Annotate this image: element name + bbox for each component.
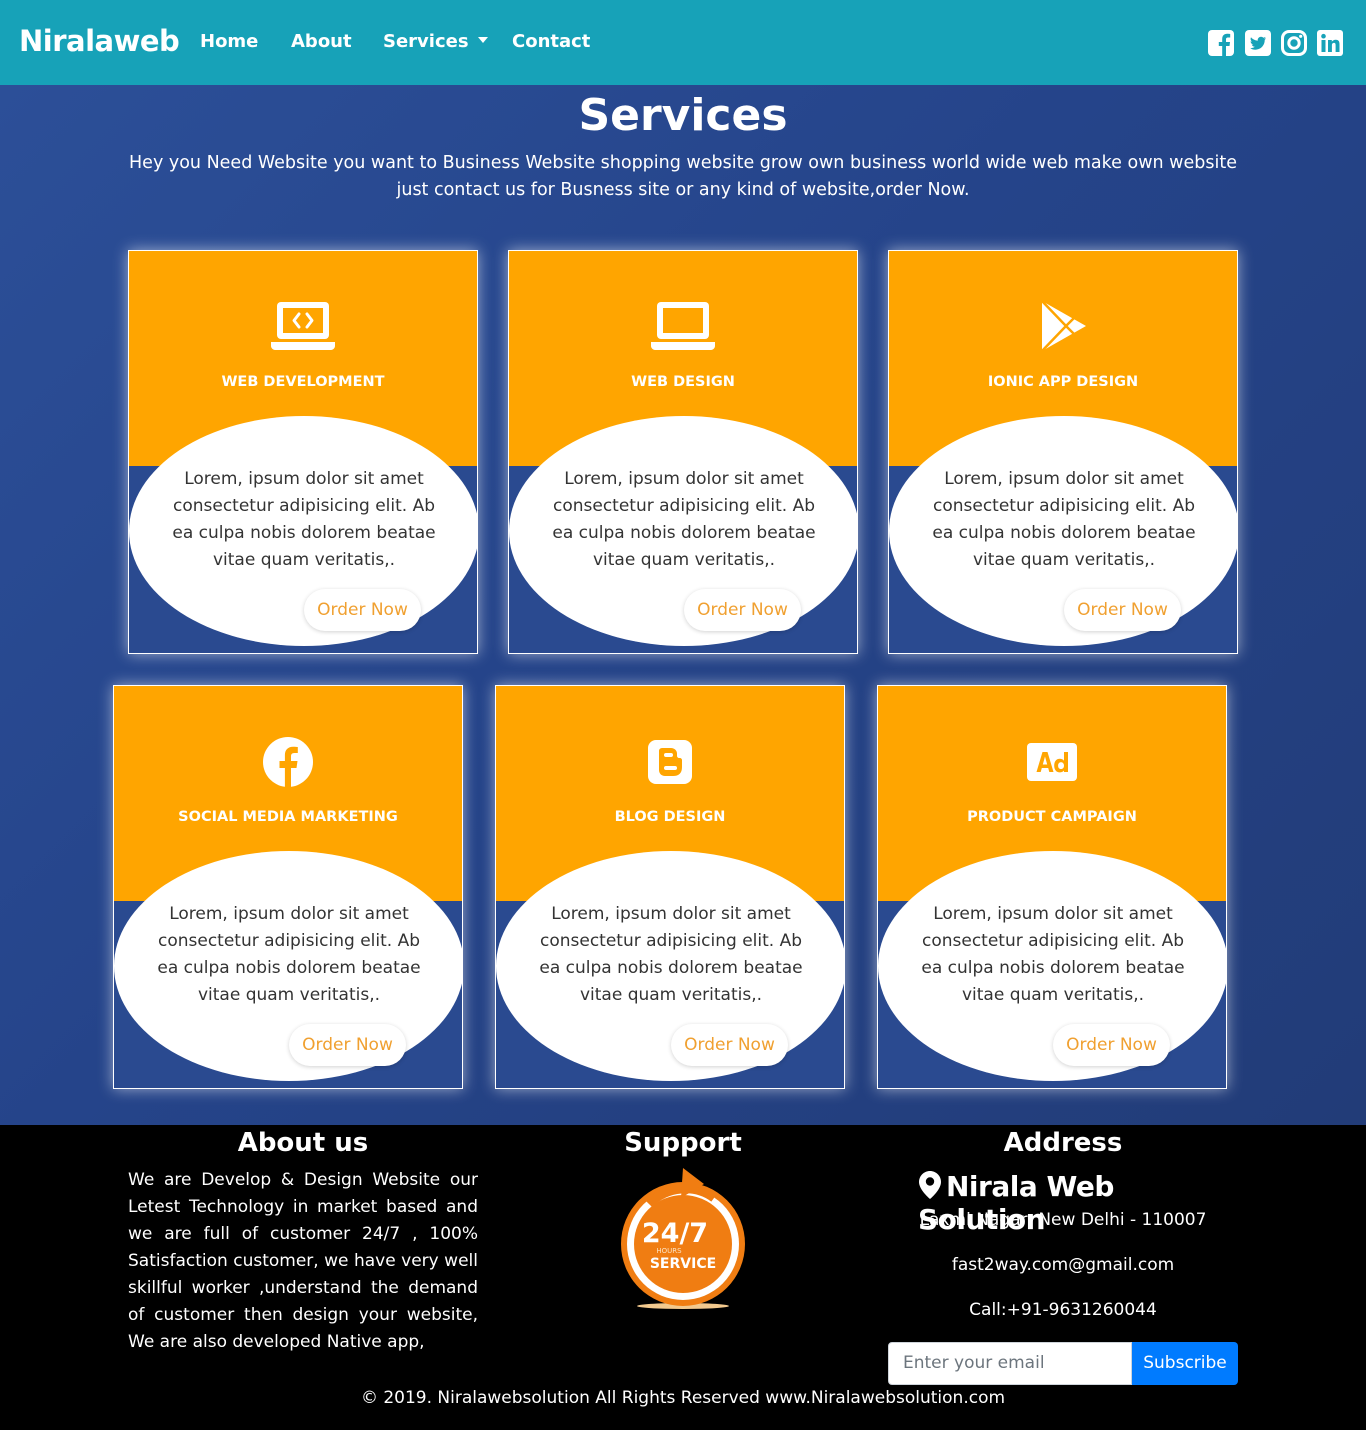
support-24-7-icon: 24/7 HOURS SERVICE xyxy=(621,1168,745,1309)
card-title: BLOG DESIGN xyxy=(614,809,726,825)
order-now-button[interactable]: Order Now xyxy=(1053,1024,1170,1066)
laptop-icon xyxy=(651,302,715,350)
badge-number: 24/7 xyxy=(642,1218,708,1249)
service-card-social-media-marketing: SOCIAL MEDIA MARKETING Lorem, ipsum dolo… xyxy=(113,685,463,1089)
order-now-button[interactable]: Order Now xyxy=(671,1024,788,1066)
card-title: PRODUCT CAMPAIGN xyxy=(967,809,1137,825)
order-now-button[interactable]: Order Now xyxy=(289,1024,406,1066)
facebook-icon xyxy=(263,737,313,787)
nav-link-home[interactable]: Home xyxy=(200,31,258,52)
instagram-icon[interactable] xyxy=(1280,29,1308,57)
address-email[interactable]: fast2way.com@gmail.com xyxy=(888,1255,1238,1275)
ad-icon xyxy=(1027,743,1077,781)
card-text: Lorem, ipsum dolor sit amet consectetur … xyxy=(932,469,1196,570)
badge-hours: HOURS xyxy=(656,1247,682,1255)
card-text: Lorem, ipsum dolor sit amet consectetur … xyxy=(539,904,803,1005)
card-title: IONIC APP DESIGN xyxy=(987,374,1139,390)
card-text: Lorem, ipsum dolor sit amet consectetur … xyxy=(172,469,436,570)
navbar: Niralaweb Home About Services Contact xyxy=(0,0,1366,85)
service-card-web-development: WEB DEVELOPMENT Lorem, ipsum dolor sit a… xyxy=(128,250,478,654)
card-text: Lorem, ipsum dolor sit amet consectetur … xyxy=(552,469,816,570)
service-card-web-design: WEB DESIGN Lorem, ipsum dolor sit amet c… xyxy=(508,250,858,654)
blogger-icon xyxy=(648,740,692,784)
subscribe-email-input[interactable]: Enter your email xyxy=(888,1342,1132,1385)
card-text: Lorem, ipsum dolor sit amet consectetur … xyxy=(157,904,421,1005)
order-now-button[interactable]: Order Now xyxy=(684,589,801,631)
twitter-square-icon[interactable] xyxy=(1244,29,1272,57)
caret-down-icon xyxy=(477,37,488,43)
laptop-code-icon xyxy=(271,302,335,350)
about-us-text: We are Develop & Design Website our Lete… xyxy=(128,1170,478,1352)
map-marker-icon xyxy=(919,1171,941,1199)
nav-link-services-label: Services xyxy=(383,31,469,52)
about-us-title: About us xyxy=(237,1128,369,1158)
card-title: SOCIAL MEDIA MARKETING xyxy=(178,809,398,825)
section-description: Hey you Need Website you want to Busines… xyxy=(129,153,1237,200)
nav-link-about[interactable]: About xyxy=(291,31,352,52)
brand-logo[interactable]: Niralaweb xyxy=(19,24,180,58)
address-phone[interactable]: Call:+91-9631260044 xyxy=(888,1300,1238,1320)
badge-service: SERVICE xyxy=(650,1256,716,1272)
nav-link-contact[interactable]: Contact xyxy=(512,31,590,52)
support-title: Support xyxy=(624,1128,742,1158)
address-location: Laxmi Nagar, New Delhi - 110007 xyxy=(919,1210,1207,1230)
google-play-icon xyxy=(1041,300,1086,352)
nav-dropdown-services[interactable]: Services xyxy=(383,31,488,52)
copyright-text: © 2019. Niralawebsolution All Rights Res… xyxy=(360,1388,1006,1408)
service-card-ionic-app-design: IONIC APP DESIGN Lorem, ipsum dolor sit … xyxy=(888,250,1238,654)
order-now-button[interactable]: Order Now xyxy=(1064,589,1181,631)
card-text: Lorem, ipsum dolor sit amet consectetur … xyxy=(921,904,1185,1005)
service-card-blog-design: BLOG DESIGN Lorem, ipsum dolor sit amet … xyxy=(495,685,845,1089)
subscribe-button[interactable]: Subscribe xyxy=(1132,1342,1238,1385)
service-card-product-campaign: PRODUCT CAMPAIGN Lorem, ipsum dolor sit … xyxy=(877,685,1227,1089)
address-title: Address xyxy=(1003,1128,1123,1158)
card-title: WEB DESIGN xyxy=(631,374,735,390)
card-title: WEB DEVELOPMENT xyxy=(221,374,385,390)
linkedin-icon[interactable] xyxy=(1316,29,1344,57)
order-now-button[interactable]: Order Now xyxy=(304,589,421,631)
section-title: Services xyxy=(578,90,788,141)
facebook-square-icon[interactable] xyxy=(1207,29,1235,57)
